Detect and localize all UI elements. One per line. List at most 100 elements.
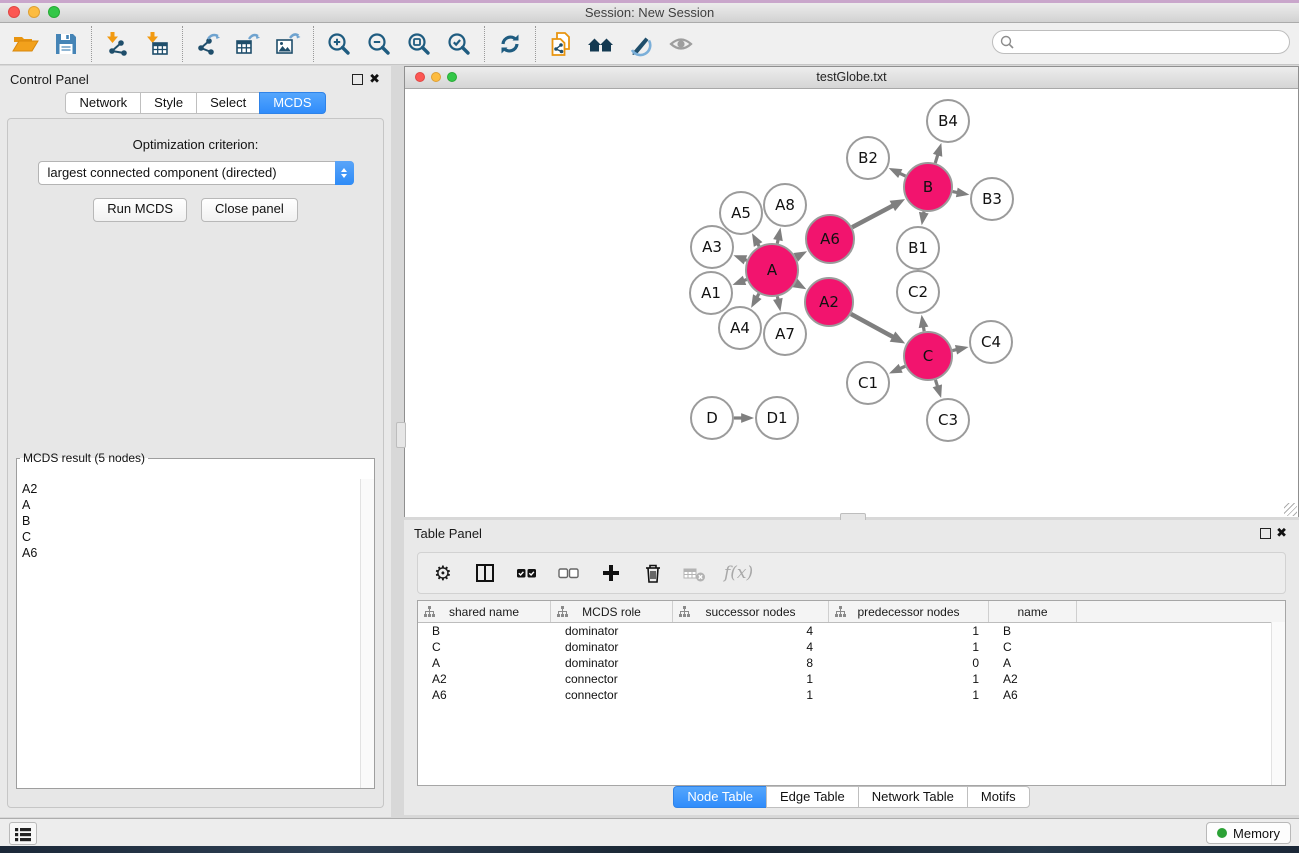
show-task-history-button[interactable] xyxy=(9,822,37,845)
table-scrollbar[interactable] xyxy=(1271,622,1285,785)
resize-grip-icon[interactable] xyxy=(1284,503,1297,516)
export-table-button[interactable] xyxy=(228,27,268,61)
create-column-icon[interactable] xyxy=(598,560,624,586)
column-header-shared-name[interactable]: shared name xyxy=(418,601,551,622)
node-A4[interactable]: A4 xyxy=(719,307,761,349)
table-cell[interactable]: 0 xyxy=(829,655,989,671)
save-session-button[interactable] xyxy=(46,27,86,61)
table-cell[interactable]: C xyxy=(418,639,551,655)
node-D1[interactable]: D1 xyxy=(756,397,798,439)
table-cell[interactable]: A xyxy=(989,655,1077,671)
delete-columns-trash-icon[interactable] xyxy=(640,560,666,586)
search-input[interactable] xyxy=(1019,32,1283,54)
table-cell[interactable]: A6 xyxy=(989,687,1077,703)
table-cell[interactable]: C xyxy=(989,639,1077,655)
zoom-in-button[interactable] xyxy=(319,27,359,61)
table-cell[interactable]: A6 xyxy=(418,687,551,703)
edge-A2-C[interactable] xyxy=(851,314,894,338)
table-cell[interactable]: connector xyxy=(551,687,673,703)
mcds-result-item[interactable]: C xyxy=(22,529,360,545)
select-all-columns-icon[interactable] xyxy=(514,560,540,586)
node-A8[interactable]: A8 xyxy=(764,184,806,226)
close-panel-button[interactable]: Close panel xyxy=(201,198,298,222)
close-table-panel-icon[interactable]: ✖ xyxy=(1276,525,1287,540)
node-A6[interactable]: A6 xyxy=(806,215,854,263)
table-cell[interactable]: A2 xyxy=(989,671,1077,687)
table-cell[interactable]: 1 xyxy=(829,639,989,655)
result-scrollbar[interactable] xyxy=(360,479,374,788)
optimization-criterion-select[interactable]: largest connected component (directed) xyxy=(38,161,354,185)
tab-style[interactable]: Style xyxy=(140,92,197,114)
table-row[interactable]: Cdominator41C xyxy=(418,639,1285,655)
node-C3[interactable]: C3 xyxy=(927,399,969,441)
column-header-name[interactable]: name xyxy=(989,601,1077,622)
table-cell[interactable]: 1 xyxy=(829,687,989,703)
node-A5[interactable]: A5 xyxy=(720,192,762,234)
node-B2[interactable]: B2 xyxy=(847,137,889,179)
toggle-graphics-details-button[interactable] xyxy=(621,27,661,61)
zoom-fit-button[interactable] xyxy=(399,27,439,61)
node-A3[interactable]: A3 xyxy=(691,226,733,268)
table-tab-motifs[interactable]: Motifs xyxy=(967,786,1030,808)
table-row[interactable]: A2connector11A2 xyxy=(418,671,1285,687)
node-B1[interactable]: B1 xyxy=(897,227,939,269)
table-tab-edge-table[interactable]: Edge Table xyxy=(766,786,859,808)
first-neighbors-button[interactable] xyxy=(581,27,621,61)
float-panel-icon[interactable] xyxy=(352,74,363,85)
mcds-result-item[interactable]: A2 xyxy=(22,481,360,497)
table-tab-network-table[interactable]: Network Table xyxy=(858,786,968,808)
tab-mcds[interactable]: MCDS xyxy=(259,92,325,114)
table-cell[interactable]: 4 xyxy=(673,639,829,655)
zoom-out-button[interactable] xyxy=(359,27,399,61)
node-A2[interactable]: A2 xyxy=(805,278,853,326)
run-mcds-button[interactable]: Run MCDS xyxy=(93,198,187,222)
table-cell[interactable]: B xyxy=(418,623,551,639)
import-table-button[interactable] xyxy=(137,27,177,61)
tab-network[interactable]: Network xyxy=(65,92,141,114)
column-header-predecessor-nodes[interactable]: predecessor nodes xyxy=(829,601,989,622)
table-row[interactable]: Bdominator41B xyxy=(418,623,1285,639)
edge-A6-B[interactable] xyxy=(852,205,894,227)
node-C1[interactable]: C1 xyxy=(847,362,889,404)
vertical-splitter-handle[interactable] xyxy=(396,422,406,448)
close-panel-icon[interactable]: ✖ xyxy=(369,71,380,86)
node-C[interactable]: C xyxy=(904,332,952,380)
open-file-button[interactable] xyxy=(6,27,46,61)
node-B[interactable]: B xyxy=(904,163,952,211)
float-table-panel-icon[interactable] xyxy=(1260,528,1271,539)
table-cell[interactable]: 1 xyxy=(673,671,829,687)
export-image-button[interactable] xyxy=(268,27,308,61)
import-network-button[interactable] xyxy=(97,27,137,61)
column-header-mcds-role[interactable]: MCDS role xyxy=(551,601,673,622)
table-cell[interactable]: dominator xyxy=(551,639,673,655)
node-C4[interactable]: C4 xyxy=(970,321,1012,363)
table-cell[interactable]: A2 xyxy=(418,671,551,687)
refresh-button[interactable] xyxy=(490,27,530,61)
function-builder-icon[interactable]: f(x) xyxy=(724,563,753,583)
export-network-button[interactable] xyxy=(188,27,228,61)
table-cell[interactable]: 4 xyxy=(673,623,829,639)
table-row[interactable]: A6connector11A6 xyxy=(418,687,1285,703)
table-cell[interactable]: dominator xyxy=(551,623,673,639)
node-B4[interactable]: B4 xyxy=(927,100,969,142)
table-row[interactable]: Adominator80A xyxy=(418,655,1285,671)
mcds-result-item[interactable]: B xyxy=(22,513,360,529)
table-cell[interactable]: B xyxy=(989,623,1077,639)
table-cell[interactable]: A xyxy=(418,655,551,671)
table-options-gear-icon[interactable]: ⚙ xyxy=(430,560,456,586)
show-hide-annotations-button[interactable] xyxy=(661,27,701,61)
network-canvas[interactable]: A5A8A3A1A4A7AA6A2BB2B4B3B1C2CC4C1C3DD1 xyxy=(405,89,1298,517)
node-A1[interactable]: A1 xyxy=(690,272,732,314)
mcds-result-item[interactable]: A xyxy=(22,497,360,513)
table-cell[interactable]: 8 xyxy=(673,655,829,671)
node-A[interactable]: A xyxy=(746,244,798,296)
table-tab-node-table[interactable]: Node Table xyxy=(673,786,767,808)
table-cell[interactable]: 1 xyxy=(673,687,829,703)
zoom-selected-button[interactable] xyxy=(439,27,479,61)
node-C2[interactable]: C2 xyxy=(897,271,939,313)
show-columns-icon[interactable] xyxy=(472,560,498,586)
node-D[interactable]: D xyxy=(691,397,733,439)
memory-button[interactable]: Memory xyxy=(1206,822,1291,844)
new-network-from-selection-button[interactable] xyxy=(541,27,581,61)
table-cell[interactable]: 1 xyxy=(829,623,989,639)
